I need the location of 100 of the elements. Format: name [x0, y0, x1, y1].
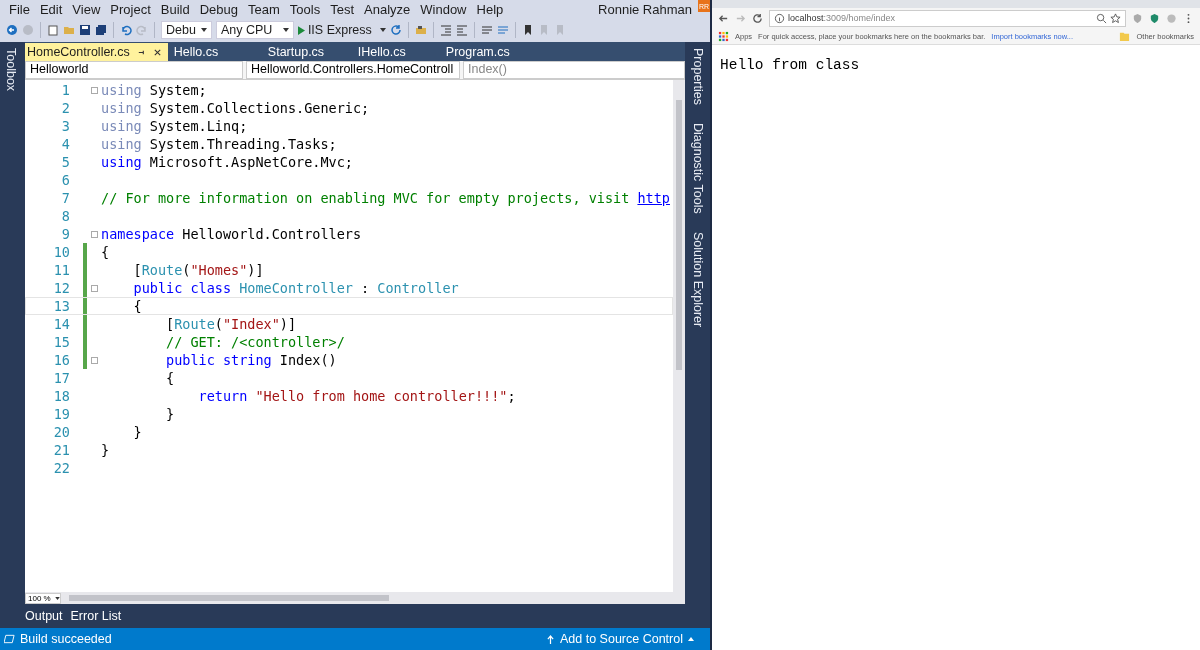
vertical-scrollbar[interactable] [673, 80, 685, 592]
line-number: 10 [52, 244, 71, 260]
code-line: } [165, 406, 175, 422]
file-tab[interactable]: Program.cs [443, 43, 538, 61]
code-line: } [132, 424, 142, 440]
toolbox-icon[interactable] [414, 24, 427, 36]
zoom-dropdown[interactable]: 100 % [25, 592, 61, 604]
file-tab[interactable]: HomeController.cs [25, 43, 168, 61]
code-line: // For more information on enabling MVC for empty projects, visit http [101, 190, 670, 206]
menu-item[interactable]: Window [415, 1, 472, 17]
caret-icon [282, 28, 289, 32]
tool-window-tab[interactable]: Properties [690, 44, 705, 109]
address-bar[interactable]: localhost:3009/home/index [769, 9, 1126, 27]
code-line: [Route("Homes")] [132, 262, 264, 278]
menu-item[interactable]: Tools [284, 1, 326, 17]
play-icon [297, 25, 305, 35]
file-tab[interactable]: Startup.cs [265, 43, 356, 61]
user-name[interactable]: Ronnie Rahman [598, 1, 692, 17]
collapse-icon[interactable] [90, 86, 98, 94]
code-line: } [101, 442, 110, 458]
menu-item[interactable]: Analyze [359, 1, 416, 17]
line-number: 3 [60, 118, 71, 134]
line-number: 7 [60, 190, 71, 206]
caret-icon [379, 28, 386, 32]
line-number: 2 [60, 100, 71, 116]
collapse-icon[interactable] [90, 284, 98, 292]
line-number: 11 [52, 262, 71, 278]
up-arrow-icon [547, 634, 554, 644]
panel-tab[interactable]: Error List [70, 609, 122, 623]
tool-window-tab[interactable]: Diagnostic Tools [690, 119, 705, 218]
save-all-icon[interactable] [95, 24, 107, 36]
code-line: return "Hello from home controller!!!"; [197, 388, 516, 404]
code-line: { [101, 244, 110, 260]
file-tab[interactable]: Hello.cs [171, 43, 266, 61]
indent-icon[interactable] [439, 24, 452, 36]
type-dropdown[interactable]: Helloworld.Controllers.HomeControll [246, 61, 460, 79]
collapse-icon[interactable] [90, 356, 98, 364]
apps-icon[interactable] [718, 30, 729, 42]
line-number: 9 [60, 226, 71, 242]
code-line: using System.Threading.Tasks; [101, 136, 337, 152]
toolbox-tab[interactable]: Toolbox [4, 44, 18, 96]
extension-icon[interactable] [1166, 12, 1177, 24]
line-number: 6 [60, 172, 71, 188]
caret-icon [200, 28, 207, 32]
code-line: { [165, 370, 175, 386]
info-icon [774, 12, 785, 24]
menu-item[interactable]: Help [471, 1, 509, 17]
code-line: using System; [101, 82, 207, 98]
star-icon[interactable] [1110, 12, 1121, 24]
panel-tab[interactable]: Output [25, 609, 63, 623]
outdent-icon[interactable] [455, 24, 468, 36]
back-icon[interactable] [6, 24, 18, 36]
file-tab[interactable]: IHello.cs [355, 43, 444, 61]
project-dropdown[interactable]: Helloworld [25, 61, 243, 79]
menu-item[interactable]: Debug [194, 1, 243, 17]
uncomment-icon[interactable] [496, 24, 509, 36]
collapse-icon[interactable] [90, 230, 98, 238]
menu-item[interactable]: Edit [34, 1, 68, 17]
code-line: { [132, 298, 142, 314]
line-number: 17 [52, 370, 71, 386]
close-icon[interactable] [152, 47, 162, 57]
line-number: 15 [52, 334, 71, 350]
refresh-icon[interactable] [389, 24, 402, 36]
run-button[interactable]: IIS Express [297, 23, 386, 37]
member-dropdown[interactable]: Index() [463, 61, 685, 79]
menu-item[interactable]: Test [325, 1, 359, 17]
code-line: using System.Collections.Generic; [101, 100, 370, 116]
line-number: 5 [60, 154, 71, 170]
shield-icon[interactable] [1132, 12, 1143, 24]
reload-icon[interactable] [752, 12, 763, 24]
source-control-button[interactable]: Add to Source Control [547, 632, 694, 646]
caret-icon [688, 637, 694, 641]
menu-item[interactable]: View [67, 1, 106, 17]
menu-item[interactable]: Project [105, 1, 156, 17]
redo-icon[interactable] [136, 24, 148, 36]
folder-icon[interactable] [63, 24, 75, 36]
configuration-dropdown[interactable]: Debu [161, 21, 212, 39]
new-item-icon[interactable] [47, 24, 59, 36]
tool-window-tab[interactable]: Solution Explorer [690, 227, 705, 331]
zoom-icon[interactable] [1096, 12, 1107, 24]
menu-item[interactable]: Build [155, 1, 195, 17]
caret-icon [54, 596, 60, 600]
line-number: 8 [60, 208, 71, 224]
undo-icon[interactable] [120, 24, 132, 36]
build-icon [4, 634, 15, 644]
shield-icon[interactable] [1149, 12, 1160, 24]
line-number: 12 [52, 280, 71, 296]
menu-item[interactable]: File [4, 1, 35, 17]
line-number: 4 [60, 136, 71, 152]
save-icon[interactable] [79, 24, 91, 36]
code-line: using System.Linq; [101, 118, 248, 134]
line-number: 14 [52, 316, 71, 332]
platform-dropdown[interactable]: Any CPU [215, 21, 294, 39]
menu-item[interactable]: Team [243, 1, 285, 17]
line-number: 1 [60, 82, 71, 98]
comment-icon[interactable] [480, 24, 493, 36]
forward-icon[interactable] [22, 24, 34, 36]
line-number: 21 [52, 442, 71, 458]
line-number: 18 [52, 388, 71, 404]
code-line: // GET: /<controller>/ [165, 334, 345, 350]
